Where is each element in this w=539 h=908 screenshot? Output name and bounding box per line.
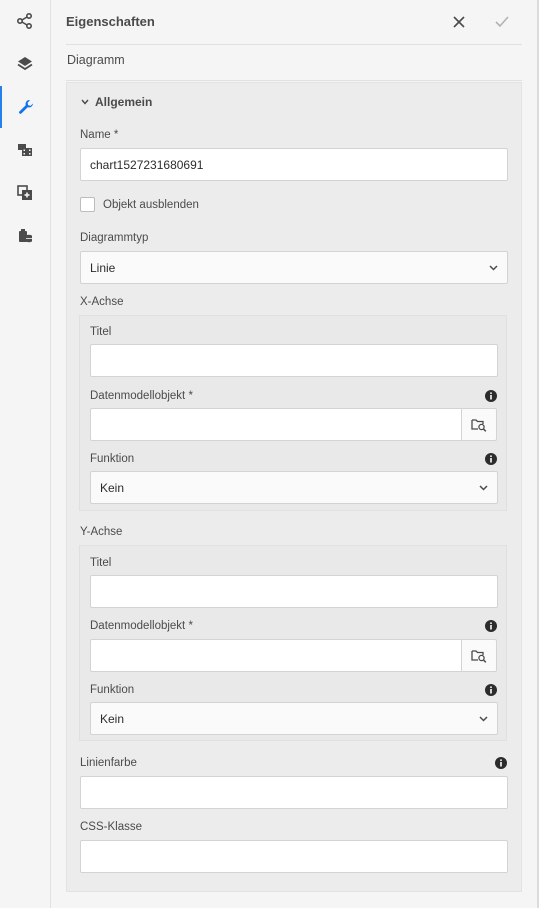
y-axis-label: Y-Achse (80, 526, 123, 538)
wrench-icon (19, 100, 33, 114)
chart-type-label: Diagrammtyp (80, 232, 149, 244)
x-axis-label: X-Achse (80, 296, 124, 308)
chevron-down-icon (479, 484, 488, 491)
y-axis-title-field[interactable] (90, 575, 498, 608)
y-axis-data-model-label: Datenmodellobjekt * (90, 620, 193, 632)
x-axis-data-model-label: Datenmodellobjekt * (90, 390, 193, 402)
x-axis-data-model-field[interactable] (90, 408, 462, 441)
chevron-down-icon (489, 264, 498, 271)
x-axis-function-label: Funktion (90, 453, 135, 465)
y-axis-data-model-field[interactable] (90, 639, 462, 672)
y-axis-browse-button[interactable] (461, 639, 497, 672)
folder-search-icon (471, 649, 487, 663)
y-axis-group: Titel Datenmodellobjekt * Funktion Kein (79, 545, 507, 741)
x-axis-title-field[interactable] (90, 344, 498, 377)
accordion-title: Allgemein (95, 95, 153, 109)
rail-item-share[interactable] (0, 0, 50, 42)
line-color-field[interactable] (80, 776, 508, 809)
header-divider (66, 44, 522, 45)
rail-item-data-sources[interactable] (0, 215, 50, 257)
x-axis-title-label: Titel (90, 326, 112, 338)
line-color-label: Linienfarbe (80, 757, 137, 769)
x-axis-browse-button[interactable] (461, 408, 497, 441)
name-label: Name * (80, 129, 119, 141)
layers-icon (17, 57, 33, 71)
info-icon[interactable] (495, 757, 507, 769)
y-axis-function-value: Kein (100, 711, 125, 726)
y-axis-title-label: Titel (90, 557, 112, 569)
chevron-down-icon (81, 99, 89, 105)
share-icon (16, 12, 33, 30)
panel-title: Eigenschaften (66, 14, 155, 29)
x-axis-group: Titel Datenmodellobjekt * Funktion Kein (79, 315, 507, 511)
side-rail (0, 0, 51, 908)
accordion-toggle-general[interactable]: Allgemein (81, 95, 152, 109)
panel-header: Eigenschaften (51, 0, 537, 44)
css-class-field[interactable] (80, 840, 508, 873)
checkmark-icon (495, 16, 509, 28)
close-icon (453, 16, 465, 28)
add-panel-icon (17, 185, 32, 200)
chevron-down-icon (479, 715, 488, 722)
x-axis-function-select[interactable]: Kein (90, 471, 498, 504)
x-axis-function-value: Kein (100, 480, 125, 495)
info-icon[interactable] (485, 684, 497, 696)
database-icon (19, 229, 32, 243)
info-icon[interactable] (485, 453, 497, 465)
chart-type-select[interactable]: Linie (80, 251, 508, 284)
info-icon[interactable] (485, 390, 497, 402)
hide-object-checkbox[interactable] (80, 197, 95, 212)
hide-object-label: Objekt ausblenden (103, 199, 199, 211)
info-icon[interactable] (485, 620, 497, 632)
component-divider (66, 80, 522, 81)
y-axis-function-label: Funktion (90, 684, 135, 696)
properties-panel: Eigenschaften Diagramm Allgemein Name * … (51, 0, 537, 908)
rail-item-properties[interactable] (0, 86, 50, 128)
css-class-label: CSS-Klasse (80, 821, 142, 833)
component-title: Diagramm (67, 53, 125, 67)
confirm-button[interactable] (491, 11, 513, 33)
y-axis-function-select[interactable]: Kein (90, 702, 498, 735)
folder-search-icon (471, 418, 487, 432)
rail-item-assets[interactable] (0, 129, 50, 171)
accordion-general: Allgemein Name * chart1527231680691 Obje… (66, 82, 522, 892)
name-field[interactable]: chart1527231680691 (80, 148, 508, 181)
rail-item-layers[interactable] (0, 43, 50, 85)
film-icon (18, 144, 32, 156)
close-button[interactable] (448, 11, 470, 33)
chart-type-value: Linie (90, 260, 116, 275)
rail-item-components[interactable] (0, 172, 50, 214)
